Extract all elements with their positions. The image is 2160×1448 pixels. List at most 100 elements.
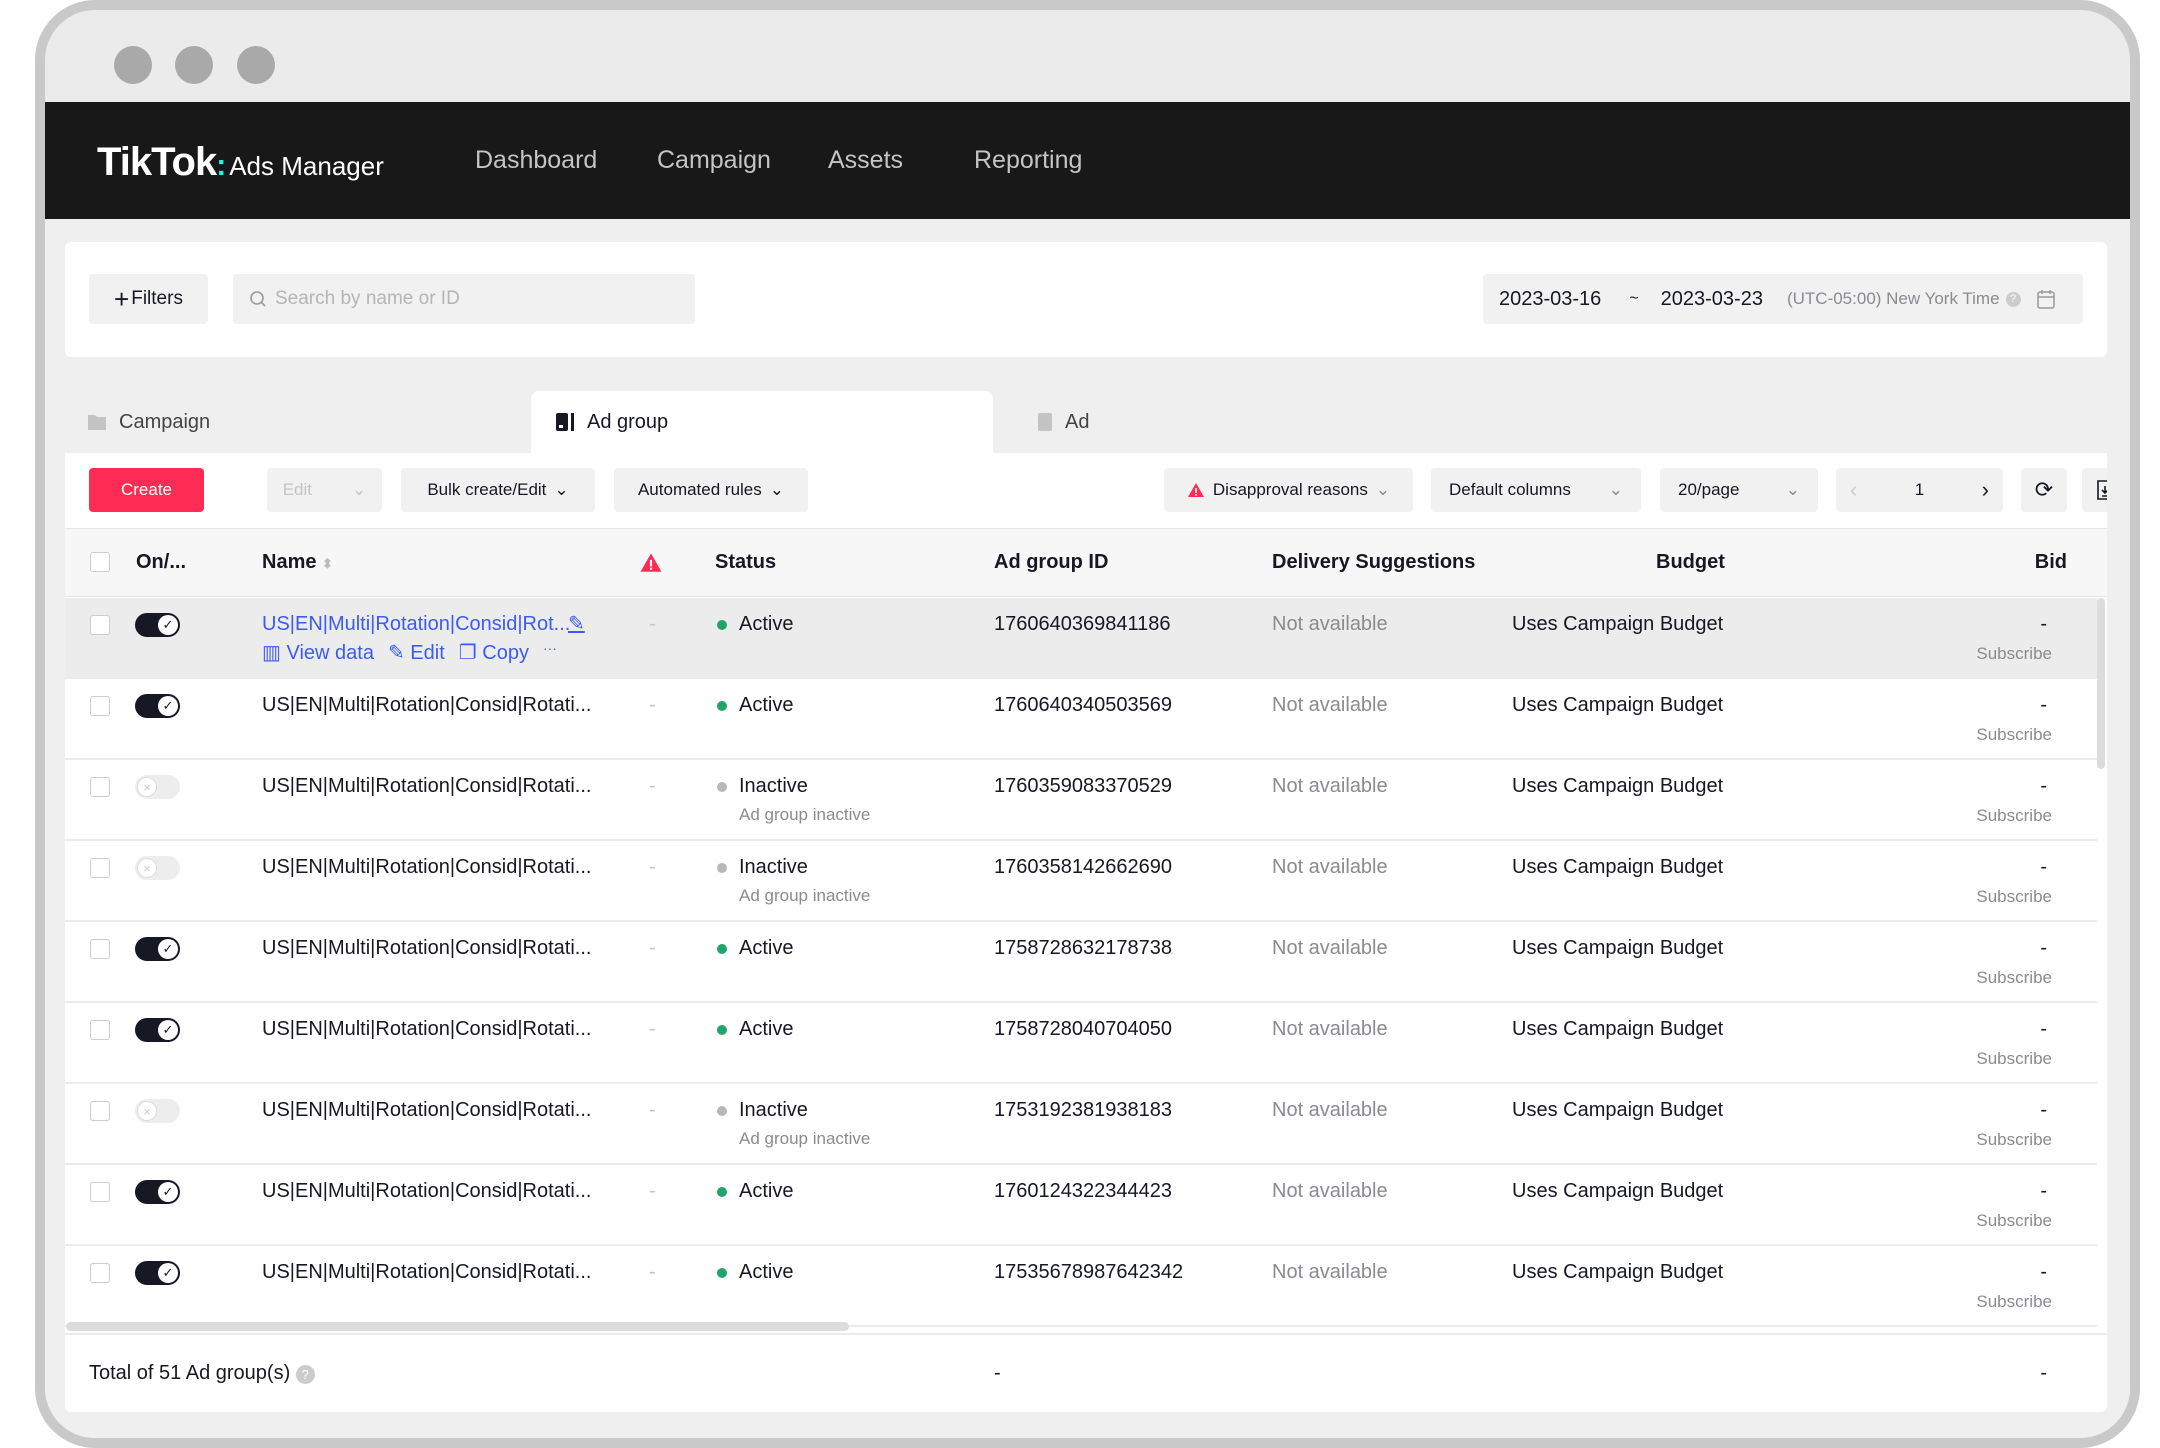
subscribe-link[interactable]: Subscribe: [1976, 968, 2052, 988]
date-range-picker[interactable]: 2023-03-16 ~ 2023-03-23 (UTC-05:00) New …: [1483, 274, 2083, 324]
nav-reporting[interactable]: Reporting: [974, 146, 1082, 175]
edit-label: Edit: [282, 480, 313, 499]
row-checkbox[interactable]: [90, 858, 110, 878]
table-row[interactable]: ✓ US|EN|Multi|Rotation|Consid|Rotati... - A…: [65, 1165, 2097, 1246]
create-button[interactable]: Create: [89, 468, 204, 512]
help-icon[interactable]: ?: [295, 1365, 315, 1384]
sort-icon[interactable]: ⬍: [322, 556, 333, 571]
window-dot-minimize[interactable]: [175, 46, 213, 84]
status-toggle[interactable]: ✓: [135, 694, 180, 718]
row-checkbox[interactable]: [90, 696, 110, 716]
tab-campaign[interactable]: Campaign: [65, 391, 530, 453]
ad-group-name[interactable]: US|EN|Multi|Rotation|Consid|Rotati...: [262, 1180, 591, 1203]
table-row[interactable]: ✓ US|EN|Multi|Rotation|Consid|Rotati... - A…: [65, 1003, 2097, 1084]
table-row[interactable]: ✓ US|EN|Multi|Rotation|Consid|Rot... ✎ ▥ Vi…: [65, 598, 2097, 679]
status-toggle[interactable]: ✓: [135, 613, 180, 637]
calendar-icon[interactable]: [2036, 289, 2055, 309]
subscribe-link[interactable]: Subscribe: [1976, 1130, 2052, 1150]
table-row[interactable]: ✓ US|EN|Multi|Rotation|Consid|Rotati... - A…: [65, 922, 2097, 1003]
budget-value: Uses Campaign Budget: [1512, 1018, 1724, 1040]
table-row[interactable]: × US|EN|Multi|Rotation|Consid|Rotati... - I…: [65, 841, 2097, 922]
subscribe-link[interactable]: Subscribe: [1976, 1049, 2052, 1069]
warning-value: -: [649, 856, 656, 878]
status-toggle[interactable]: ×: [135, 1099, 180, 1123]
row-checkbox[interactable]: [90, 939, 110, 959]
table-row[interactable]: × US|EN|Multi|Rotation|Consid|Rotati... - I…: [65, 760, 2097, 841]
current-page[interactable]: 1: [1915, 480, 1924, 500]
more-actions-icon[interactable]: ···: [543, 640, 557, 665]
table-row[interactable]: ✓ US|EN|Multi|Rotation|Consid|Rotati... - A…: [65, 679, 2097, 760]
ad-group-table-card: Create Edit ⌄ Bulk create/Edit ⌄ Automated…: [65, 453, 2107, 1412]
header-name[interactable]: Name ⬍: [262, 551, 333, 574]
nav-dashboard[interactable]: Dashboard: [475, 146, 597, 175]
export-icon[interactable]: [2082, 468, 2107, 512]
delivery-suggestion: Not available: [1272, 1018, 1388, 1040]
row-checkbox[interactable]: [90, 1101, 110, 1121]
status-toggle[interactable]: ✓: [135, 937, 180, 961]
header-delivery-suggestions[interactable]: Delivery Suggestions: [1272, 551, 1475, 574]
table-row[interactable]: ✓ US|EN|Multi|Rotation|Consid|Rotati... - A…: [65, 1246, 2097, 1327]
action-label: Copy: [482, 642, 529, 664]
window-dot-close[interactable]: [114, 46, 152, 84]
filters-button[interactable]: + Filters: [89, 274, 208, 324]
ad-group-name[interactable]: US|EN|Multi|Rotation|Consid|Rotati...: [262, 1099, 591, 1122]
subscribe-link[interactable]: Subscribe: [1976, 887, 2052, 907]
prev-page-icon[interactable]: ‹: [1850, 477, 1857, 503]
subscribe-link[interactable]: Subscribe: [1976, 806, 2052, 826]
subscribe-link[interactable]: Subscribe: [1976, 725, 2052, 745]
table-row[interactable]: × US|EN|Multi|Rotation|Consid|Rotati... - I…: [65, 1084, 2097, 1165]
logo[interactable]: TikTok: Ads Manager: [97, 140, 384, 185]
subscribe-link[interactable]: Subscribe: [1976, 1211, 2052, 1231]
horizontal-scrollbar[interactable]: [66, 1322, 849, 1331]
ad-group-id: 1758728040704050: [994, 1018, 1172, 1040]
search-input[interactable]: Search by name or ID: [233, 274, 695, 324]
ad-group-name[interactable]: US|EN|Multi|Rotation|Consid|Rotati...: [262, 937, 591, 960]
row-checkbox[interactable]: [90, 1020, 110, 1040]
view-data-link[interactable]: ▥ View data: [262, 640, 374, 665]
ad-group-name[interactable]: US|EN|Multi|Rotation|Consid|Rotati...: [262, 775, 591, 798]
vertical-scrollbar[interactable]: [2097, 598, 2105, 769]
row-checkbox[interactable]: [90, 777, 110, 797]
default-columns-dropdown[interactable]: Default columns ⌄: [1431, 468, 1641, 512]
next-page-icon[interactable]: ›: [1982, 477, 1989, 503]
status-toggle[interactable]: ✓: [135, 1018, 180, 1042]
select-all-checkbox[interactable]: [90, 552, 110, 572]
tab-ad[interactable]: Ad: [1015, 391, 2107, 453]
disapproval-reasons-dropdown[interactable]: Disapproval reasons ⌄: [1164, 468, 1413, 512]
page-size-dropdown[interactable]: 20/page ⌄: [1660, 468, 1818, 512]
status-toggle[interactable]: ✓: [135, 1180, 180, 1204]
automated-rules-button[interactable]: Automated rules ⌄: [614, 468, 808, 512]
status-toggle[interactable]: ×: [135, 775, 180, 799]
tab-ad-group[interactable]: Ad group: [531, 391, 993, 453]
header-budget[interactable]: Budget: [1656, 551, 1725, 574]
edit-button[interactable]: Edit ⌄: [267, 468, 382, 512]
content-area: + Filters Search by name or ID 2023-03-16…: [45, 219, 2130, 1438]
status-toggle[interactable]: ×: [135, 856, 180, 880]
ad-group-name[interactable]: US|EN|Multi|Rotation|Consid|Rotati...: [262, 1018, 591, 1041]
ad-group-name[interactable]: US|EN|Multi|Rotation|Consid|Rotati...: [262, 856, 591, 879]
ad-group-name[interactable]: US|EN|Multi|Rotation|Consid|Rotati...: [262, 694, 591, 717]
nav-assets[interactable]: Assets: [828, 146, 903, 175]
bulk-create-edit-button[interactable]: Bulk create/Edit ⌄: [401, 468, 595, 512]
row-checkbox[interactable]: [90, 1182, 110, 1202]
row-checkbox[interactable]: [90, 615, 110, 635]
refresh-icon[interactable]: ⟳: [2021, 468, 2067, 512]
window-dot-maximize[interactable]: [237, 46, 275, 84]
status-toggle[interactable]: ✓: [135, 1261, 180, 1285]
edit-link[interactable]: ✎ Edit: [388, 640, 445, 665]
help-icon[interactable]: ?: [2005, 291, 2021, 307]
ad-group-name[interactable]: US|EN|Multi|Rotation|Consid|Rot...: [262, 613, 570, 636]
delivery-suggestion: Not available: [1272, 1180, 1388, 1202]
edit-name-icon[interactable]: ✎: [568, 611, 585, 636]
header-ad-group-id[interactable]: Ad group ID: [994, 551, 1108, 574]
header-status[interactable]: Status: [715, 551, 776, 574]
ad-group-name[interactable]: US|EN|Multi|Rotation|Consid|Rotati...: [262, 1261, 591, 1284]
copy-link[interactable]: ❐ Copy: [459, 640, 529, 665]
header-on-off[interactable]: On/...: [136, 551, 186, 574]
row-checkbox[interactable]: [90, 1263, 110, 1283]
subscribe-link[interactable]: Subscribe: [1976, 1292, 2052, 1312]
nav-campaign[interactable]: Campaign: [657, 146, 771, 175]
subscribe-link[interactable]: Subscribe: [1976, 644, 2052, 664]
header-bid[interactable]: Bid: [2035, 551, 2067, 574]
status-dot: [717, 1187, 727, 1197]
